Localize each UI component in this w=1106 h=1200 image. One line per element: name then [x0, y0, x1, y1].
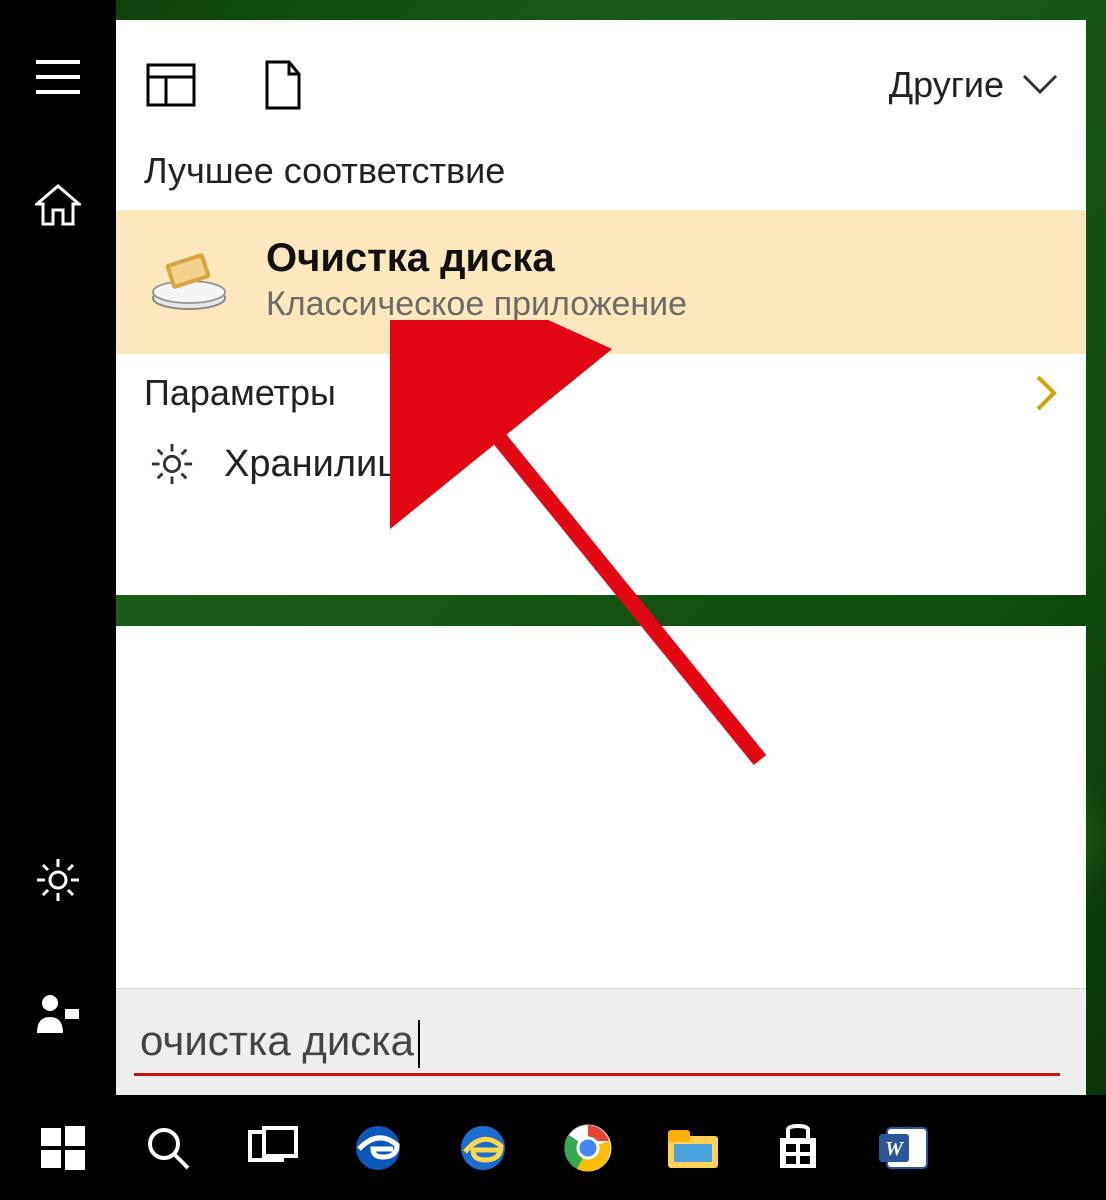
- store-icon[interactable]: [745, 1095, 850, 1200]
- search-panel-lower: очистка диска: [116, 626, 1086, 1096]
- internet-explorer-icon[interactable]: [430, 1095, 535, 1200]
- search-query-text: очистка диска: [140, 1017, 414, 1064]
- search-results-panel: Другие Лучшее соответствие Очистка диска…: [116, 20, 1086, 595]
- settings-icon[interactable]: [35, 857, 81, 903]
- gear-icon: [150, 442, 194, 486]
- taskbar-search-icon[interactable]: [115, 1095, 220, 1200]
- search-box[interactable]: очистка диска: [116, 988, 1086, 1096]
- chevron-down-icon: [1022, 74, 1058, 96]
- chevron-right-icon: [1036, 375, 1058, 411]
- settings-heading: Параметры: [144, 372, 336, 414]
- taskbar: W: [0, 1095, 1106, 1200]
- svg-text:W: W: [885, 1138, 904, 1160]
- settings-result-label: Хранилище: [224, 443, 429, 486]
- file-explorer-icon[interactable]: [640, 1095, 745, 1200]
- filter-other-dropdown[interactable]: Другие: [889, 64, 1058, 106]
- start-sidebar: [0, 0, 116, 1095]
- user-icon[interactable]: [35, 993, 81, 1035]
- edge-browser-icon[interactable]: [325, 1095, 430, 1200]
- best-match-subtitle: Классическое приложение: [266, 285, 687, 324]
- hamburger-icon[interactable]: [36, 60, 80, 94]
- filter-documents-icon[interactable]: [256, 58, 310, 112]
- start-button[interactable]: [10, 1095, 115, 1200]
- chrome-browser-icon[interactable]: [535, 1095, 640, 1200]
- best-match-result[interactable]: Очистка диска Классическое приложение: [116, 210, 1086, 354]
- search-filter-bar: Другие: [116, 20, 1086, 150]
- filter-other-label: Другие: [889, 64, 1004, 106]
- disk-cleanup-icon: [150, 245, 228, 315]
- best-match-title: Очистка диска: [266, 236, 687, 281]
- settings-result-storage[interactable]: Хранилище: [116, 432, 1086, 512]
- home-icon[interactable]: [35, 184, 81, 226]
- word-icon[interactable]: W: [850, 1095, 955, 1200]
- best-match-heading: Лучшее соответствие: [116, 150, 1086, 192]
- task-view-icon[interactable]: [220, 1095, 325, 1200]
- annotation-underline: [134, 1073, 1060, 1076]
- text-caret: [418, 1020, 420, 1068]
- filter-apps-icon[interactable]: [144, 58, 198, 112]
- settings-category-row[interactable]: Параметры: [116, 354, 1086, 432]
